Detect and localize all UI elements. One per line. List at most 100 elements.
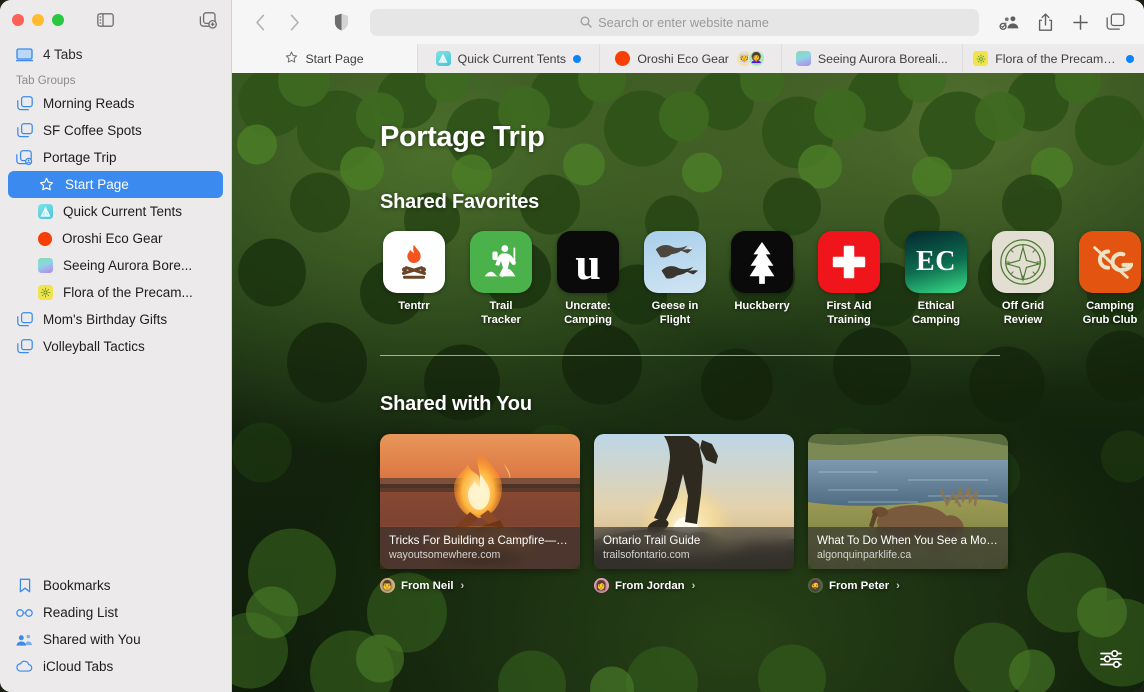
favorite-label: First Aid Training [826, 300, 872, 326]
shared-card-link[interactable]: Tricks For Building a Campfire—F... wayo… [380, 434, 580, 570]
shared-from-row[interactable]: 👩 From Jordan › [594, 578, 794, 594]
minimize-button[interactable] [32, 14, 44, 26]
sidebar-item-label: Shared with You [43, 632, 141, 647]
tab-label: Oroshi Eco Gear [637, 51, 729, 66]
sidebar-item-icloud-tabs[interactable]: iCloud Tabs [8, 653, 223, 680]
card-title: Tricks For Building a Campfire—F... [389, 534, 571, 548]
sidebar-bottom-list: Bookmarks Reading List Shared with You i… [0, 572, 231, 692]
address-placeholder: Search or enter website name [598, 14, 769, 30]
avatar: 👩 [594, 578, 609, 594]
shared-card-link[interactable]: Ontario Trail Guide trailsofontario.com [594, 434, 794, 570]
card-meta: What To Do When You See a Moo... algonqu… [808, 527, 1008, 570]
favorite-huckberry[interactable]: Huckberry [728, 231, 796, 327]
start-page: Portage Trip Shared Favorites Tentrr Tra… [232, 73, 1144, 692]
sidebar-item-flora-precambrian[interactable]: Flora of the Precam... [8, 279, 223, 306]
address-search-field[interactable]: Search or enter website name [370, 8, 979, 36]
sidebar-toggle-icon[interactable] [94, 9, 116, 31]
geese-icon [644, 231, 706, 293]
sidebar-item-oroshi-eco-gear[interactable]: Oroshi Eco Gear [8, 225, 223, 252]
orange-dot-favicon [38, 231, 52, 246]
shared-card-campfire: Tricks For Building a Campfire—F... wayo… [380, 434, 580, 594]
share-tab-group-icon[interactable] [995, 8, 1025, 36]
shared-from-label: From Jordan [615, 579, 685, 592]
medical-cross-icon [818, 231, 880, 293]
unread-badge-dot [573, 54, 582, 63]
shared-from-row[interactable]: 🧔 From Peter › [808, 578, 1008, 594]
new-tab-group-icon[interactable] [197, 9, 219, 31]
shield-icon[interactable] [328, 9, 354, 35]
shared-favorites-grid: Tentrr Trail Tracker u Uncrate: Camping … [380, 231, 1144, 327]
favorite-camping-grub-club[interactable]: Camping Grub Club [1076, 231, 1144, 327]
favorite-uncrate-camping[interactable]: u Uncrate: Camping [554, 231, 622, 327]
favorite-trail-tracker[interactable]: Trail Tracker [467, 231, 535, 327]
tab-label: Seeing Aurora Boreali... [817, 51, 948, 66]
card-meta: Ontario Trail Guide trailsofontario.com [594, 527, 794, 570]
tabs-count-row[interactable]: 4 Tabs [0, 40, 231, 69]
tab-strip: Start Page Quick Current Tents Oroshi Ec… [232, 44, 1144, 73]
tab-flora-precambrian[interactable]: Flora of the Precambi... [962, 44, 1144, 73]
new-tab-icon[interactable] [1065, 8, 1095, 36]
tab-quick-current-tents[interactable]: Quick Current Tents [417, 44, 599, 73]
shared-from-row[interactable]: 👨 From Neil › [380, 578, 580, 594]
sidebar-item-reading-list[interactable]: Reading List [8, 599, 223, 626]
glasses-icon [16, 604, 33, 621]
bookmark-icon [16, 577, 33, 594]
back-button[interactable] [246, 8, 274, 36]
sidebar-item-quick-current-tents[interactable]: Quick Current Tents [8, 198, 223, 225]
sidebar-item-label: Reading List [43, 605, 119, 620]
orange-dot-favicon [615, 51, 631, 66]
forward-button[interactable] [280, 8, 308, 36]
close-button[interactable] [12, 14, 24, 26]
tab-group-icon [16, 95, 33, 112]
card-url: trailsofontario.com [603, 549, 690, 562]
sidebar-item-sf-coffee-spots[interactable]: SF Coffee Spots [8, 117, 223, 144]
favorite-first-aid-training[interactable]: First Aid Training [815, 231, 883, 327]
favorite-tentrr[interactable]: Tentrr [380, 231, 448, 327]
cloud-icon [16, 658, 33, 675]
tab-start-page[interactable]: Start Page [232, 44, 417, 73]
start-page-settings-button[interactable] [1096, 644, 1126, 674]
favorite-label: Trail Tracker [481, 300, 521, 326]
favorite-geese-in-flight[interactable]: Geese in Flight [641, 231, 709, 327]
favorite-off-grid-review[interactable]: Off Grid Review [989, 231, 1057, 327]
sidebar-item-portage-trip[interactable]: Portage Trip [8, 144, 223, 171]
tab-label: Start Page [305, 51, 364, 66]
sidebar-item-shared-with-you[interactable]: Shared with You [8, 626, 223, 653]
sidebar-item-label: Volleyball Tactics [43, 339, 145, 354]
sidebar-item-bookmarks[interactable]: Bookmarks [8, 572, 223, 599]
tent-favicon [435, 51, 451, 66]
sidebar-item-moms-birthday-gifts[interactable]: Mom's Birthday Gifts [8, 306, 223, 333]
favorite-ethical-camping[interactable]: EC Ethical Camping [902, 231, 970, 327]
sidebar-item-label: Morning Reads [43, 96, 135, 111]
favorite-label: Ethical Camping [912, 300, 960, 326]
tab-oroshi-eco-gear[interactable]: Oroshi Eco Gear 👳 👩‍🦱 [598, 44, 781, 73]
tab-participants: 👳 👩‍🦱 [735, 50, 765, 67]
shared-card-link[interactable]: What To Do When You See a Moo... algonqu… [808, 434, 1008, 570]
tab-overview-icon[interactable] [1100, 8, 1130, 36]
favorite-label: Off Grid Review [1001, 300, 1045, 326]
zoom-button[interactable] [52, 14, 64, 26]
tabs-count-label: 4 Tabs [43, 47, 83, 62]
sidebar-item-label: Seeing Aurora Bore... [63, 258, 193, 273]
sidebar-item-start-page[interactable]: Start Page [8, 171, 223, 198]
star-icon [285, 51, 298, 67]
sidebar-item-morning-reads[interactable]: Morning Reads [8, 90, 223, 117]
browser-main: Search or enter website name Start Page … [232, 0, 1144, 692]
card-url: algonquinparklife.ca [817, 549, 912, 562]
avatar: 👩‍🦱 [747, 50, 765, 67]
display-icon [16, 46, 33, 63]
compass-icon [992, 231, 1054, 293]
letter-u-icon: u [557, 231, 619, 293]
shared-card-moose: What To Do When You See a Moo... algonqu… [808, 434, 1008, 594]
sidebar-item-seeing-aurora[interactable]: Seeing Aurora Bore... [8, 252, 223, 279]
favorite-label: Uncrate: Camping [564, 300, 612, 326]
sidebar-item-label: Bookmarks [43, 578, 111, 593]
tab-seeing-aurora[interactable]: Seeing Aurora Boreali... [780, 44, 963, 73]
sidebar-item-volleyball-tactics[interactable]: Volleyball Tactics [8, 333, 223, 360]
sidebar-item-label: Mom's Birthday Gifts [43, 312, 168, 327]
search-icon [580, 16, 592, 28]
unread-badge-dot [1126, 54, 1134, 63]
share-icon[interactable] [1030, 8, 1060, 36]
tab-groups-header: Tab Groups [16, 75, 76, 87]
pine-tree-icon [731, 231, 793, 293]
